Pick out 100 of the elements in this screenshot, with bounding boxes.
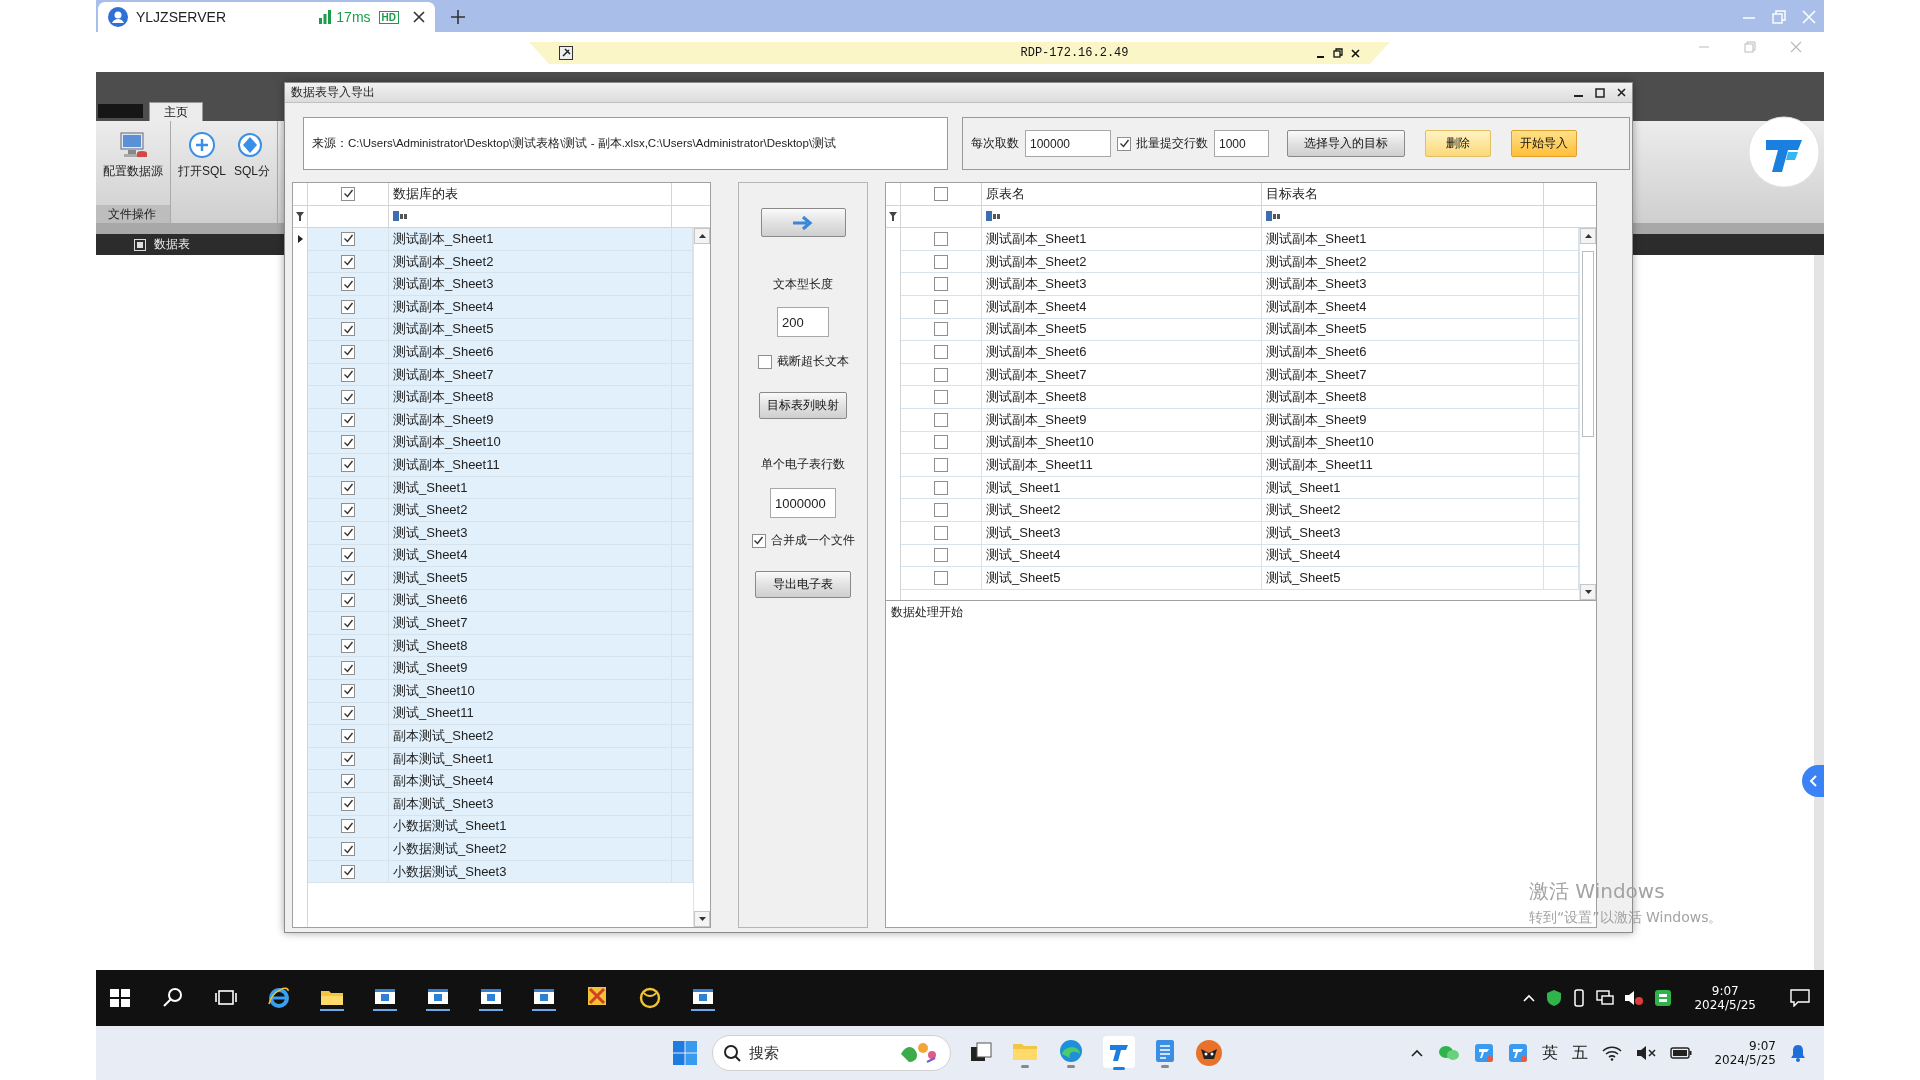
text-filter-icon[interactable] bbox=[986, 211, 1002, 222]
checkbox[interactable] bbox=[341, 683, 355, 698]
scroll-up-button[interactable] bbox=[1580, 228, 1596, 245]
checkbox[interactable] bbox=[341, 774, 355, 789]
table-row[interactable]: 测试副本_Sheet8 测试副本_Sheet8 bbox=[901, 386, 1579, 409]
checkbox[interactable] bbox=[1117, 136, 1131, 151]
table-row[interactable]: 小数据测试_Sheet2 bbox=[308, 838, 693, 861]
checkbox[interactable] bbox=[934, 322, 948, 337]
action-button[interactable]: 删除 bbox=[1425, 130, 1491, 157]
table-row[interactable]: 测试副本_Sheet11 bbox=[308, 454, 693, 477]
start-icon[interactable] bbox=[108, 986, 132, 1010]
checkbox[interactable] bbox=[341, 412, 355, 427]
table-row[interactable]: 小数据测试_Sheet3 bbox=[308, 860, 693, 884]
table-row[interactable]: 测试_Sheet9 bbox=[308, 657, 693, 681]
checkbox[interactable] bbox=[757, 354, 772, 369]
table-row[interactable]: 测试副本_Sheet9 bbox=[308, 408, 693, 432]
input-field[interactable]: 200 bbox=[777, 307, 829, 337]
table-row[interactable]: 副本测试_Sheet1 bbox=[308, 747, 693, 771]
table-row[interactable]: 测试_Sheet2 bbox=[308, 499, 693, 522]
input-field[interactable]: 1000 bbox=[1214, 130, 1269, 157]
table-row[interactable]: 测试_Sheet3 测试_Sheet3 bbox=[901, 521, 1579, 545]
checkbox[interactable] bbox=[751, 533, 766, 548]
checkbox[interactable] bbox=[934, 367, 948, 382]
table-row[interactable]: 测试_Sheet1 bbox=[308, 476, 693, 500]
checkbox[interactable] bbox=[341, 435, 355, 450]
table-row[interactable]: 测试_Sheet11 bbox=[308, 702, 693, 726]
checkbox[interactable] bbox=[341, 457, 355, 472]
table-row[interactable]: 测试_Sheet5 测试_Sheet5 bbox=[901, 567, 1579, 590]
checkbox[interactable] bbox=[934, 435, 948, 450]
checkbox[interactable] bbox=[934, 254, 948, 269]
table-row[interactable]: 测试副本_Sheet3 测试副本_Sheet3 bbox=[901, 273, 1579, 296]
ribbon-tab[interactable]: 主页 bbox=[149, 102, 203, 121]
app-icon[interactable] bbox=[1103, 1036, 1135, 1070]
browser-tab[interactable]: YLJZSERVER 17ms HD bbox=[98, 2, 435, 32]
table-row[interactable]: 测试_Sheet2 测试_Sheet2 bbox=[901, 499, 1579, 522]
table-row[interactable]: 测试副本_Sheet1 测试副本_Sheet1 bbox=[901, 228, 1579, 251]
checkbox[interactable] bbox=[934, 503, 948, 518]
checkbox[interactable] bbox=[934, 344, 948, 359]
checkbox[interactable] bbox=[934, 525, 948, 540]
checkbox[interactable] bbox=[341, 503, 355, 518]
pin-icon[interactable] bbox=[559, 46, 573, 60]
maximize-icon[interactable] bbox=[1595, 87, 1605, 98]
checkbox[interactable] bbox=[341, 729, 355, 744]
scroll-down-button[interactable] bbox=[694, 911, 710, 927]
table-row[interactable]: 测试副本_Sheet9 测试副本_Sheet9 bbox=[901, 408, 1579, 432]
column-header[interactable]: 目标表名 bbox=[1262, 183, 1544, 205]
plus-icon[interactable] bbox=[451, 10, 465, 24]
checkbox[interactable] bbox=[934, 480, 948, 495]
table-row[interactable]: 测试_Sheet4 测试_Sheet4 bbox=[901, 544, 1579, 568]
input-field[interactable]: 100000 bbox=[1025, 130, 1111, 157]
table-row[interactable]: 测试_Sheet6 bbox=[308, 589, 693, 613]
close-icon[interactable] bbox=[1351, 48, 1360, 58]
text-filter-icon[interactable] bbox=[1266, 211, 1282, 222]
app-tray-icon[interactable] bbox=[1654, 989, 1673, 1007]
checkbox[interactable] bbox=[341, 390, 355, 405]
mapping-button[interactable]: 目标表列映射 bbox=[759, 392, 847, 419]
text-filter-icon[interactable] bbox=[393, 211, 409, 222]
ribbon-button[interactable]: SQL分 bbox=[231, 127, 274, 184]
column-header[interactable]: 数据库的表 bbox=[389, 183, 672, 205]
notepad-icon[interactable] bbox=[1153, 1038, 1177, 1068]
checkbox[interactable] bbox=[341, 367, 355, 382]
speaker-muted-icon[interactable] bbox=[1624, 990, 1645, 1006]
checkbox[interactable] bbox=[341, 638, 355, 653]
table-row[interactable]: 测试_Sheet3 bbox=[308, 521, 693, 545]
checkbox[interactable] bbox=[934, 277, 948, 292]
table-row[interactable]: 测试_Sheet7 bbox=[308, 612, 693, 635]
checkbox[interactable] bbox=[341, 796, 355, 811]
fox-icon[interactable] bbox=[1195, 1039, 1223, 1067]
close-icon[interactable] bbox=[1617, 88, 1626, 97]
app-logo[interactable] bbox=[1748, 116, 1820, 188]
input-field[interactable]: 1000000 bbox=[770, 488, 836, 518]
checkbox[interactable] bbox=[341, 570, 355, 585]
browser-icon[interactable] bbox=[267, 985, 291, 1011]
action-button[interactable]: 开始导入 bbox=[1511, 130, 1577, 157]
input-language[interactable]: 英 bbox=[1542, 1042, 1559, 1064]
table-row[interactable]: 测试副本_Sheet10 bbox=[308, 431, 693, 455]
checkbox[interactable] bbox=[934, 570, 948, 585]
checkbox[interactable] bbox=[341, 525, 355, 540]
checkbox[interactable] bbox=[341, 593, 355, 608]
checkbox[interactable] bbox=[341, 232, 355, 246]
ribbon-button[interactable]: 配置数据源 bbox=[100, 127, 166, 184]
checkbox[interactable] bbox=[341, 751, 355, 766]
table-row[interactable]: 副本测试_Sheet2 bbox=[308, 725, 693, 748]
table-row[interactable]: 测试副本_Sheet5 bbox=[308, 318, 693, 342]
table-row[interactable]: 测试副本_Sheet10 测试副本_Sheet10 bbox=[901, 431, 1579, 455]
filter-icon[interactable] bbox=[296, 211, 304, 221]
checkbox[interactable] bbox=[341, 819, 355, 834]
input-mode[interactable]: 五 bbox=[1572, 1042, 1589, 1064]
checkbox[interactable] bbox=[934, 186, 948, 201]
search-field[interactable]: 搜索 bbox=[712, 1035, 951, 1071]
ribbon-button[interactable]: 打开SQL bbox=[175, 127, 229, 184]
table-row[interactable]: 测试副本_Sheet7 bbox=[308, 363, 693, 387]
filter-icon[interactable] bbox=[889, 211, 897, 221]
scroll-up-button[interactable] bbox=[694, 228, 710, 245]
checkbox[interactable] bbox=[934, 412, 948, 427]
battery-icon[interactable] bbox=[1670, 1046, 1693, 1060]
restore-icon[interactable] bbox=[1333, 48, 1343, 58]
checkbox[interactable] bbox=[934, 232, 948, 246]
table-row[interactable]: 测试副本_Sheet3 bbox=[308, 273, 693, 296]
table-row[interactable]: 测试_Sheet8 bbox=[308, 634, 693, 658]
